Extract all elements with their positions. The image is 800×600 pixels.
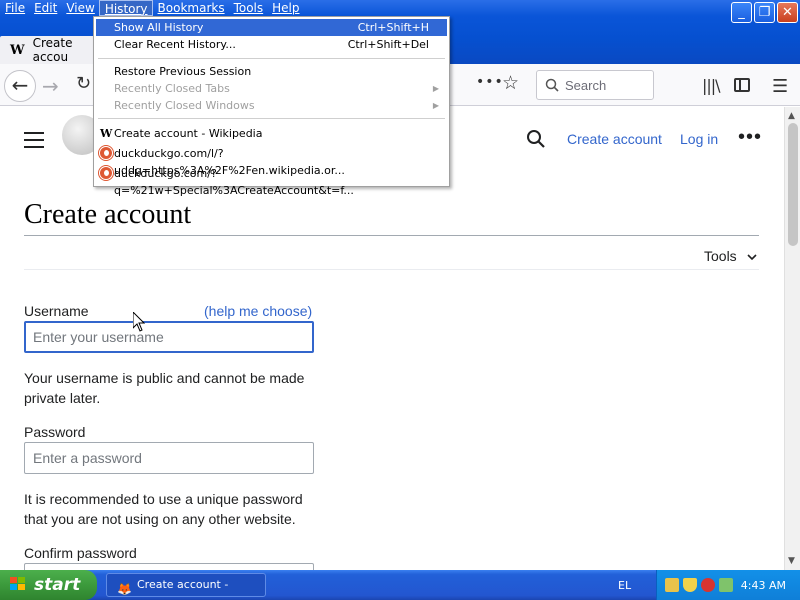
clear-recent-history-label: Clear Recent History... <box>114 38 236 51</box>
log-in-link[interactable]: Log in <box>680 131 718 147</box>
system-tray: 4:43 AM <box>656 570 800 600</box>
menu-file[interactable]: File <box>0 0 29 16</box>
show-all-history-item[interactable]: Show All History Ctrl+Shift+H <box>96 19 447 36</box>
title-divider <box>24 235 759 236</box>
antivirus-icon[interactable] <box>701 578 715 592</box>
menu-bookmarks[interactable]: Bookmarks <box>153 0 229 16</box>
search-input[interactable]: Search <box>536 70 654 100</box>
scroll-down-icon[interactable]: ▼ <box>788 556 795 566</box>
menu-separator <box>98 58 445 59</box>
language-indicator[interactable]: EL <box>618 579 631 592</box>
chevron-down-icon <box>747 254 757 261</box>
search-icon[interactable] <box>526 129 546 155</box>
taskbar-window-title: Create account - Wiki... <box>137 578 229 591</box>
submenu-arrow-icon: ▶ <box>432 101 439 110</box>
password-label: Password <box>24 424 86 440</box>
reload-icon[interactable]: ↻ <box>76 73 91 94</box>
bookmark-star-icon[interactable]: ☆ <box>502 72 519 94</box>
mouse-cursor-icon <box>133 312 145 332</box>
duckduckgo-favicon-icon <box>99 166 113 180</box>
wikipedia-favicon-icon: W <box>10 42 25 58</box>
taskbar-window-button[interactable]: 🦊 Create account - Wiki... <box>106 573 266 597</box>
search-placeholder: Search <box>565 77 607 93</box>
history-entry[interactable]: duckduckgo.com/l/?uddg=https%3A%2F%2Fen.… <box>96 145 447 177</box>
maximize-button[interactable]: ❐ <box>754 2 775 23</box>
menu-help[interactable]: Help <box>267 0 303 16</box>
tools-divider <box>24 269 759 270</box>
username-label: Username <box>24 303 89 319</box>
recently-closed-tabs-label: Recently Closed Tabs <box>114 82 230 95</box>
page-title: Create account <box>24 199 192 230</box>
network-icon[interactable] <box>665 578 679 592</box>
firefox-icon: 🦊 <box>117 582 132 596</box>
security-shield-icon[interactable] <box>683 578 697 592</box>
history-entry[interactable]: duckduckgo.com/?q=%21w+Special%3ACreateA… <box>96 165 447 197</box>
more-options-icon[interactable]: ••• <box>738 126 762 149</box>
main-menu-icon[interactable] <box>24 132 44 153</box>
back-arrow-icon[interactable]: ← <box>4 70 36 102</box>
tools-label: Tools <box>704 248 737 264</box>
library-icon[interactable]: |||\ <box>702 76 721 95</box>
submenu-arrow-icon: ▶ <box>432 84 439 93</box>
confirm-password-label: Confirm password <box>24 545 137 561</box>
start-label: start <box>34 575 81 595</box>
history-menu: Show All History Ctrl+Shift+H Clear Rece… <box>93 16 450 197</box>
forward-arrow-icon[interactable]: → <box>42 74 59 98</box>
menu-history[interactable]: History <box>98 0 153 16</box>
username-field[interactable]: Enter your username <box>24 321 314 353</box>
recently-closed-windows-item[interactable]: Recently Closed Windows ▶ <box>96 97 447 114</box>
clock: 4:43 AM <box>740 579 786 592</box>
create-account-link[interactable]: Create account <box>567 131 662 147</box>
confirm-password-field[interactable] <box>24 563 314 570</box>
page-actions-icon[interactable]: ••• <box>476 74 504 90</box>
show-all-history-label: Show All History <box>114 21 204 34</box>
history-entry-title: duckduckgo.com/?q=%21w+Special%3ACreateA… <box>114 167 354 197</box>
sidebar-icon[interactable] <box>734 78 750 92</box>
search-icon <box>545 78 559 92</box>
history-entry[interactable]: W Create account - Wikipedia <box>96 125 447 142</box>
menu-separator <box>98 118 445 119</box>
taskbar: start 🦊 Create account - Wiki... EL 4:43… <box>0 570 800 600</box>
password-field[interactable]: Enter a password <box>24 442 314 474</box>
menu-view[interactable]: View <box>61 0 98 16</box>
password-help-text: It is recommended to use a unique passwo… <box>24 491 303 527</box>
recently-closed-tabs-item[interactable]: Recently Closed Tabs ▶ <box>96 80 447 97</box>
windows-logo-icon <box>10 577 27 592</box>
tools-dropdown[interactable]: Tools <box>704 248 757 264</box>
history-entry-title: Create account - Wikipedia <box>114 127 263 140</box>
wikipedia-favicon-icon: W <box>100 127 113 140</box>
menu-icon[interactable]: ☰ <box>772 76 788 97</box>
clear-recent-history-shortcut: Ctrl+Shift+Del <box>347 38 429 51</box>
show-all-history-shortcut: Ctrl+Shift+H <box>357 21 429 34</box>
restore-session-label: Restore Previous Session <box>114 65 252 78</box>
start-button[interactable]: start <box>0 570 97 600</box>
duckduckgo-favicon-icon <box>99 146 113 160</box>
help-me-choose-link[interactable]: (help me choose) <box>204 303 312 319</box>
scrollbar-thumb[interactable] <box>788 123 798 246</box>
restore-session-item[interactable]: Restore Previous Session <box>96 63 447 80</box>
recently-closed-windows-label: Recently Closed Windows <box>114 99 255 112</box>
menu-edit[interactable]: Edit <box>29 0 61 16</box>
minimize-button[interactable]: _ <box>731 2 752 23</box>
username-help-text: Your username is public and cannot be ma… <box>24 370 305 406</box>
browser-tab[interactable]: W Create accou <box>0 36 105 64</box>
menu-bar: File Edit View History Bookmarks Tools H… <box>0 0 304 17</box>
close-button[interactable]: ✕ <box>777 2 798 23</box>
scroll-up-icon[interactable]: ▲ <box>788 111 795 121</box>
page-scrollbar[interactable]: ▲ ▼ <box>784 107 800 570</box>
clear-recent-history-item[interactable]: Clear Recent History... Ctrl+Shift+Del <box>96 36 447 53</box>
safely-remove-icon[interactable] <box>719 578 733 592</box>
menu-tools[interactable]: Tools <box>229 0 268 16</box>
